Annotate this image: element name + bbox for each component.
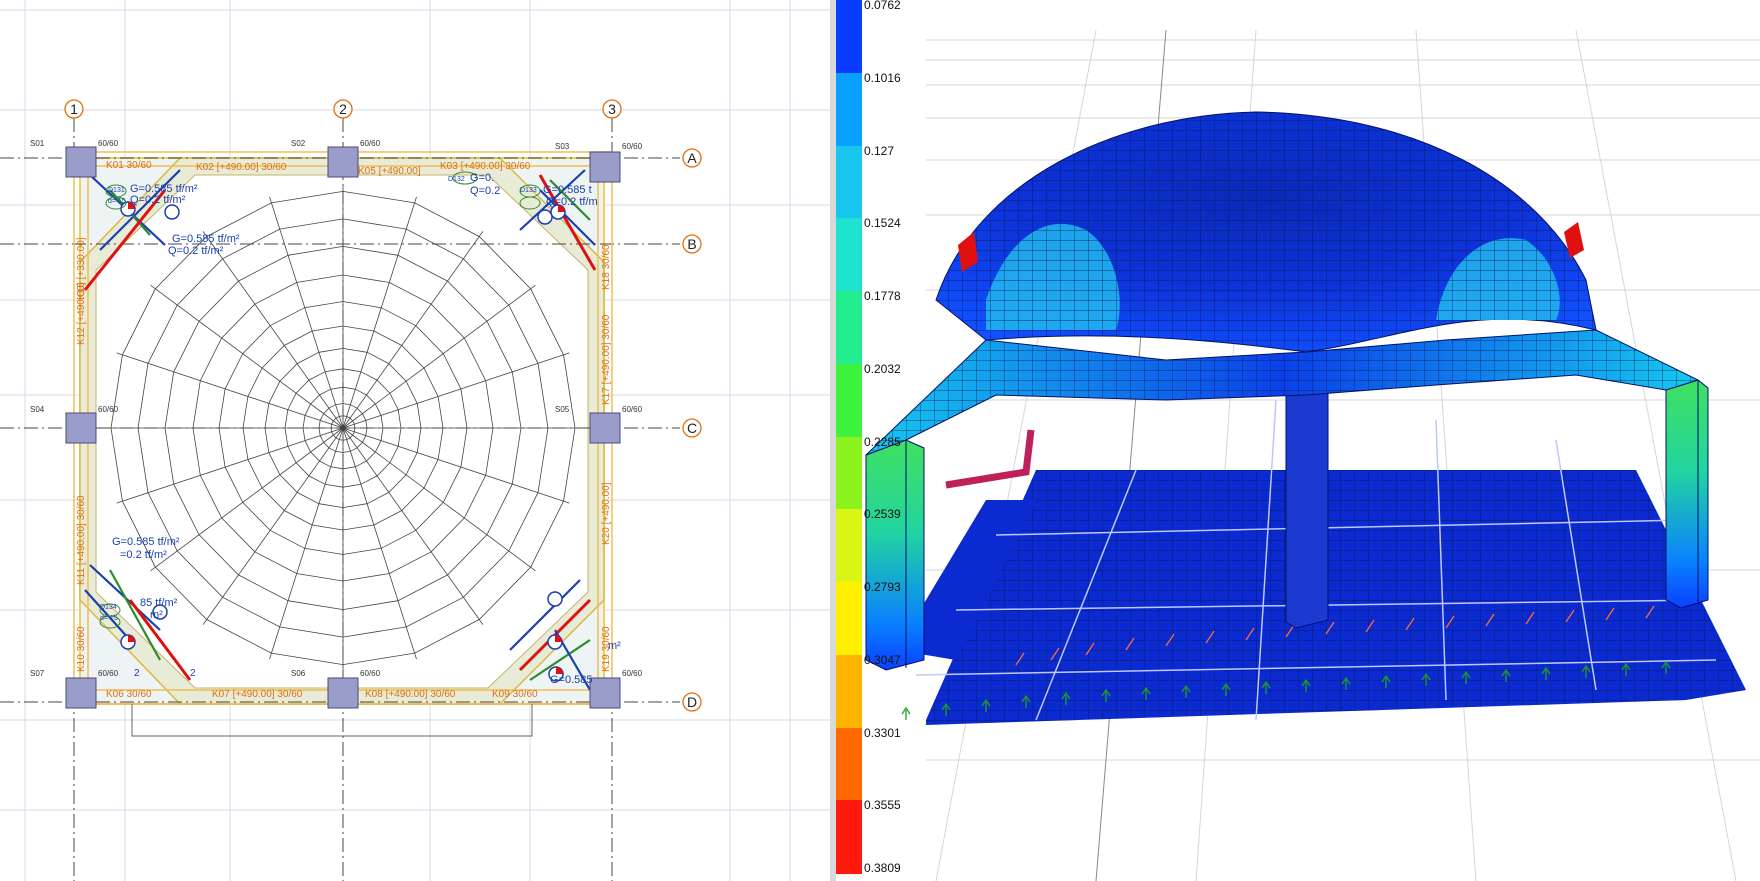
column-s05 [589, 412, 621, 444]
column-size-label: 60/60 [98, 669, 119, 678]
legend-band [836, 0, 862, 74]
load-g-label: 85 tf/m² [140, 597, 178, 609]
support-label: S06 [291, 669, 306, 678]
load-g-label: G=0.585 [550, 674, 593, 686]
column-s03 [589, 151, 621, 183]
axis-label-a: A [687, 150, 697, 166]
legend-value: 0.2285 [864, 434, 901, 449]
legend-value: 0.2793 [864, 580, 901, 594]
load-g-label: G=0.585 t [543, 184, 592, 196]
beam-label: K03 [+490.00] 30/60 [440, 161, 531, 172]
column-s01 [65, 146, 97, 178]
axis-label-c: C [687, 420, 697, 436]
load-q-label: m² [608, 640, 621, 652]
slab-tag: D134 [100, 604, 117, 611]
column-size-label: 60/60 [622, 405, 643, 414]
legend-value: 0.3809 [864, 861, 901, 875]
beam-label: K09 30/60 [492, 689, 538, 700]
beam-label: K17 [+490.00] 30/60 [601, 314, 612, 405]
axis-label-3: 3 [608, 101, 616, 117]
load-q-label: m² [150, 609, 163, 621]
beam-label: K12 [+490.00] [76, 282, 87, 345]
legend-band [836, 654, 862, 729]
load-q-label: =0.2 tf/m² [120, 549, 167, 561]
axis-label-b: B [687, 236, 696, 252]
legend-value: 0.3047 [864, 652, 901, 667]
column-size-label: 60/60 [360, 139, 381, 148]
legend-color-bar [836, 0, 862, 874]
load-q-label: Q=0.2 tf/m² [130, 194, 186, 206]
beam-label: K20 [+490.00] [601, 482, 612, 545]
legend-band [836, 145, 862, 220]
axis-label-1: 1 [70, 101, 78, 117]
load-q-label: Q=0.2 tf/m [546, 196, 598, 208]
column-size-label: 60/60 [98, 405, 119, 414]
slab-tag: D131 [108, 187, 125, 194]
slab-thickness: d= 15 [108, 198, 126, 205]
legend-value: 0.1778 [864, 289, 901, 303]
legend-band [836, 509, 862, 583]
legend-band [836, 363, 862, 438]
axis-label-d: D [687, 694, 697, 710]
support-label: S02 [291, 139, 306, 148]
beam-label: K02 [+490.00] 30/60 [196, 162, 287, 173]
beam-label: K18 30/60 [601, 244, 612, 290]
column-size-label: 60/60 [622, 669, 643, 678]
column-s04 [65, 412, 97, 444]
load-g-label: G=0.585 tf/m² [112, 536, 180, 548]
beam-label: K05 [+490.00] [358, 166, 421, 177]
column-s07 [65, 677, 97, 709]
column-s02 [327, 146, 359, 178]
load-q-label: Q=0.2 [470, 185, 500, 197]
column-size-label: 60/60 [98, 139, 119, 148]
beam-label: K07 [+490.00] 30/60 [212, 689, 303, 700]
load-q-label: Q=0.2 tf/m² [168, 245, 224, 257]
legend-value: 0.3301 [864, 725, 901, 740]
legend-value: 0.1016 [864, 70, 901, 85]
legend-band [836, 727, 862, 802]
legend-value: 0.1524 [864, 216, 901, 231]
support-label: S04 [30, 405, 45, 414]
column-size-label: 60/60 [622, 142, 643, 151]
slab-tag: D132 [448, 176, 465, 183]
slab-number: 2 [134, 668, 140, 679]
legend-value: 0.0762 [864, 0, 901, 12]
slab-thickness: d= 15 [100, 615, 118, 622]
legend-band [836, 800, 862, 874]
floor-plan-view[interactable]: 1 2 3 A B C D S01 S02 S03 S04 S05 S06 S0… [0, 0, 830, 881]
beam-label: K01 30/60 [106, 160, 152, 171]
slab-tag: D133 [520, 187, 537, 194]
beam-label: K10 30/60 [76, 626, 87, 672]
legend-band [836, 291, 862, 365]
legend-band [836, 436, 862, 511]
legend-value: 0.127 [864, 143, 895, 158]
load-g-label: G=0. [470, 172, 494, 184]
beam-label: K06 30/60 [106, 689, 152, 700]
load-g-label: G=0.585 tf/m² [172, 233, 240, 245]
3d-stress-model [865, 29, 1760, 881]
legend-band [836, 72, 862, 147]
legend-value: 0.2032 [864, 361, 901, 376]
column-size-label: 60/60 [360, 669, 381, 678]
support-label: S07 [30, 669, 45, 678]
beam-label: K11 [+490.00] 30/60 [76, 495, 87, 585]
3d-model-view[interactable]: 0.0762 0.1016 0.127 0.1524 0.1778 0.2032 0.228… [836, 0, 1760, 881]
support-label: S05 [555, 405, 570, 414]
axis-label-2: 2 [339, 101, 347, 117]
column-s06 [327, 677, 359, 709]
support-label: S01 [30, 139, 45, 148]
legend-band [836, 218, 862, 292]
stress-color-legend: 0.0762 0.1016 0.127 0.1524 0.1778 0.2032 0.228… [836, 0, 916, 881]
legend-value: 0.3555 [864, 798, 901, 813]
floor-plan-drawing: 1 2 3 A B C D S01 S02 S03 S04 S05 S06 S0… [0, 0, 830, 881]
axis-indicator [945, 429, 1035, 489]
column-s08 [589, 677, 621, 709]
slab-number: 2 [190, 668, 196, 679]
legend-value: 0.2539 [864, 507, 901, 522]
legend-band [836, 582, 862, 656]
support-label: S03 [555, 142, 570, 151]
beam-label: K08 [+490.00] 30/60 [365, 689, 456, 700]
column-right [1665, 379, 1709, 609]
